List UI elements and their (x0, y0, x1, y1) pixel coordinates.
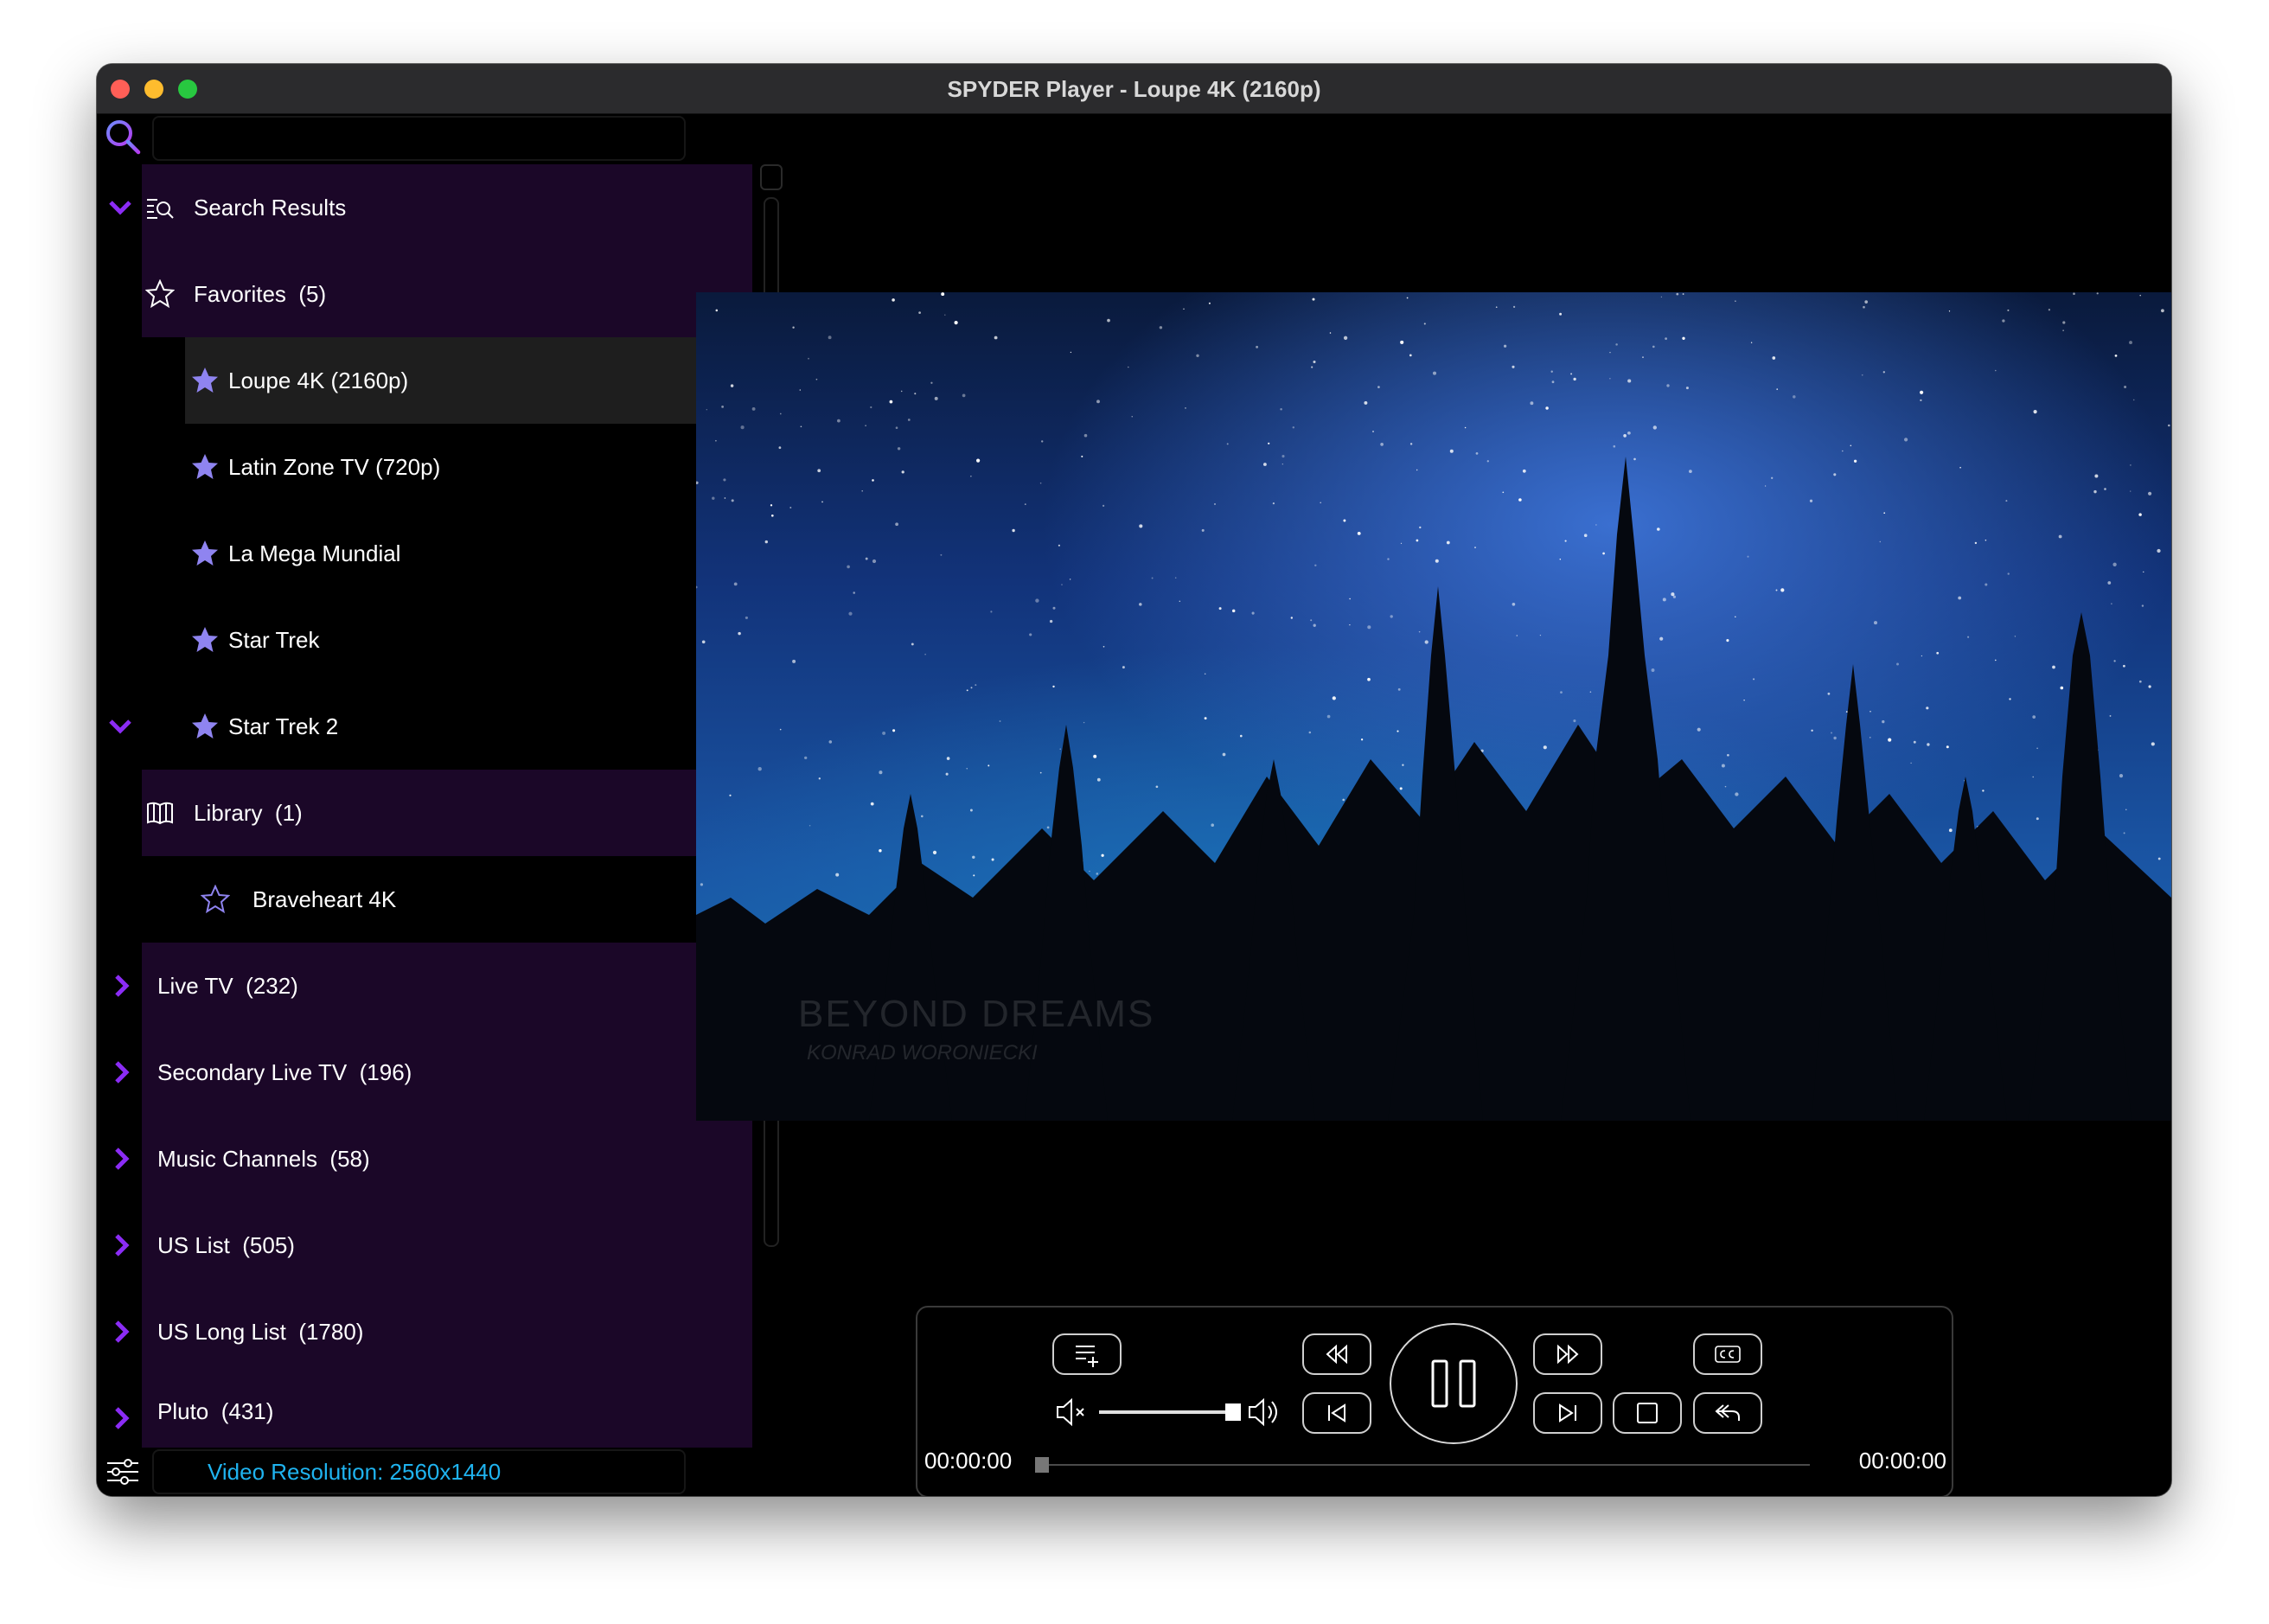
chevron-right-icon[interactable] (111, 975, 133, 997)
chevron-down-icon[interactable] (109, 715, 131, 738)
rewind-icon (1326, 1344, 1347, 1365)
tree-item-label: Latin Zone TV (720p) (228, 453, 441, 480)
volume-slider-thumb[interactable] (1225, 1403, 1241, 1421)
video-watermark-subtitle: KONRAD WORONIECKI (807, 1041, 1038, 1065)
tree-item-favorites[interactable]: Favorites (5) (142, 251, 752, 337)
tree-item-label: Braveheart 4K (252, 886, 397, 912)
tree-item-label: Pluto (431) (157, 1397, 274, 1424)
previous-button[interactable] (1302, 1392, 1371, 1434)
search-input[interactable] (152, 116, 686, 161)
title-bar: SPYDER Player - Loupe 4K (2160p) (97, 64, 2171, 114)
stop-button[interactable] (1613, 1392, 1682, 1434)
elapsed-time: 00:00:00 (924, 1448, 1013, 1474)
return-icon (1715, 1404, 1740, 1421)
tree-item-label: Library (1) (194, 799, 303, 826)
seek-bar-thumb[interactable] (1035, 1457, 1049, 1473)
tree-item-secondary-live-tv[interactable]: Secondary Live TV (196) (142, 1029, 752, 1116)
search-list-icon (147, 199, 174, 219)
favorite-item-star-trek[interactable]: Star Trek (185, 597, 752, 683)
tree-item-label: Live TV (232) (157, 972, 298, 999)
closed-captions-button[interactable] (1693, 1333, 1762, 1375)
skip-next-icon (1559, 1403, 1576, 1423)
favorite-item-loupe-4k[interactable]: Loupe 4K (2160p) (185, 337, 752, 424)
closed-captions-icon (1715, 1346, 1741, 1363)
tree-item-label: Secondary Live TV (196) (157, 1058, 412, 1085)
skip-previous-icon (1328, 1403, 1345, 1423)
seek-bar[interactable] (1047, 1464, 1810, 1466)
search-icon[interactable] (104, 118, 142, 156)
tree-item-library[interactable]: Library (1) (142, 770, 752, 856)
volume-slider[interactable] (1099, 1410, 1237, 1414)
next-button[interactable] (1533, 1392, 1602, 1434)
library-item-braveheart-4k[interactable]: Braveheart 4K (185, 856, 752, 943)
scroll-up-button[interactable] (760, 164, 783, 190)
settings-sliders-icon[interactable] (105, 1455, 140, 1489)
chevron-right-icon[interactable] (111, 1148, 133, 1170)
video-frame[interactable]: BEYOND DREAMS KONRAD WORONIECKI (696, 292, 2171, 1121)
stop-icon (1637, 1403, 1658, 1423)
volume-up-icon[interactable] (1246, 1396, 1281, 1429)
tree-item-us-long-list[interactable]: US Long List (1780) (142, 1288, 752, 1375)
play-pause-button[interactable] (1390, 1323, 1518, 1444)
app-window: SPYDER Player - Loupe 4K (2160p) Search … (97, 64, 2171, 1496)
star-outline-icon (145, 279, 175, 309)
mute-icon[interactable] (1054, 1396, 1089, 1429)
star-filled-icon (192, 368, 218, 393)
chevron-right-icon[interactable] (111, 1234, 133, 1256)
tree-item-label: Star Trek (228, 626, 320, 653)
tree-item-label: Favorites (5) (194, 280, 327, 307)
chevron-down-icon[interactable] (109, 196, 131, 219)
tree-item-live-tv[interactable]: Live TV (232) (142, 943, 752, 1029)
tree-item-label: La Mega Mundial (228, 540, 401, 566)
rewind-button[interactable] (1302, 1333, 1371, 1375)
tree-item-label: US List (505) (157, 1231, 295, 1258)
tree-item-label: Music Channels (58) (157, 1145, 370, 1172)
window-title: SPYDER Player - Loupe 4K (2160p) (947, 76, 1321, 102)
favorite-item-la-mega-mundial[interactable]: La Mega Mundial (185, 510, 752, 597)
player-controls: 00:00:00 00:00:00 (916, 1306, 1953, 1496)
playlist-add-icon (1076, 1346, 1098, 1367)
tree-item-label: Star Trek 2 (228, 713, 339, 739)
tree-item-label: US Long List (1780) (157, 1318, 364, 1345)
favorite-item-star-trek-2[interactable]: Star Trek 2 (185, 683, 752, 770)
star-filled-icon (192, 540, 218, 566)
playlist-add-button[interactable] (1052, 1333, 1122, 1375)
chevron-right-icon[interactable] (111, 1320, 133, 1343)
total-time: 00:00:00 (1858, 1448, 1946, 1474)
chevron-right-icon[interactable] (111, 1407, 133, 1429)
favorite-item-latin-zone-tv[interactable]: Latin Zone TV (720p) (185, 424, 752, 510)
tree-item-pluto[interactable]: Pluto (431) (142, 1375, 752, 1448)
tree-item-music-channels[interactable]: Music Channels (58) (142, 1116, 752, 1202)
star-filled-icon (192, 454, 218, 479)
book-icon (147, 802, 173, 825)
star-outline-icon (201, 885, 230, 914)
star-filled-icon (192, 713, 218, 738)
pause-icon (1431, 1359, 1476, 1408)
fast-forward-icon (1557, 1344, 1579, 1365)
return-button[interactable] (1693, 1392, 1762, 1434)
status-bar: Video Resolution: 2560x1440 (97, 1448, 789, 1496)
tree-item-label: Search Results (194, 194, 347, 221)
tree-item-label: Loupe 4K (2160p) (228, 367, 409, 393)
star-filled-icon (192, 627, 218, 652)
chevron-right-icon[interactable] (111, 1061, 133, 1084)
video-resolution-label: Video Resolution: 2560x1440 (152, 1449, 686, 1494)
video-watermark-title: BEYOND DREAMS (798, 993, 1155, 1035)
channel-tree: Search Results Favorites (5) Loupe 4K (2… (97, 164, 752, 1496)
fast-forward-button[interactable] (1533, 1333, 1602, 1375)
tree-item-us-list[interactable]: US List (505) (142, 1202, 752, 1288)
tree-item-search-results[interactable]: Search Results (142, 164, 752, 251)
